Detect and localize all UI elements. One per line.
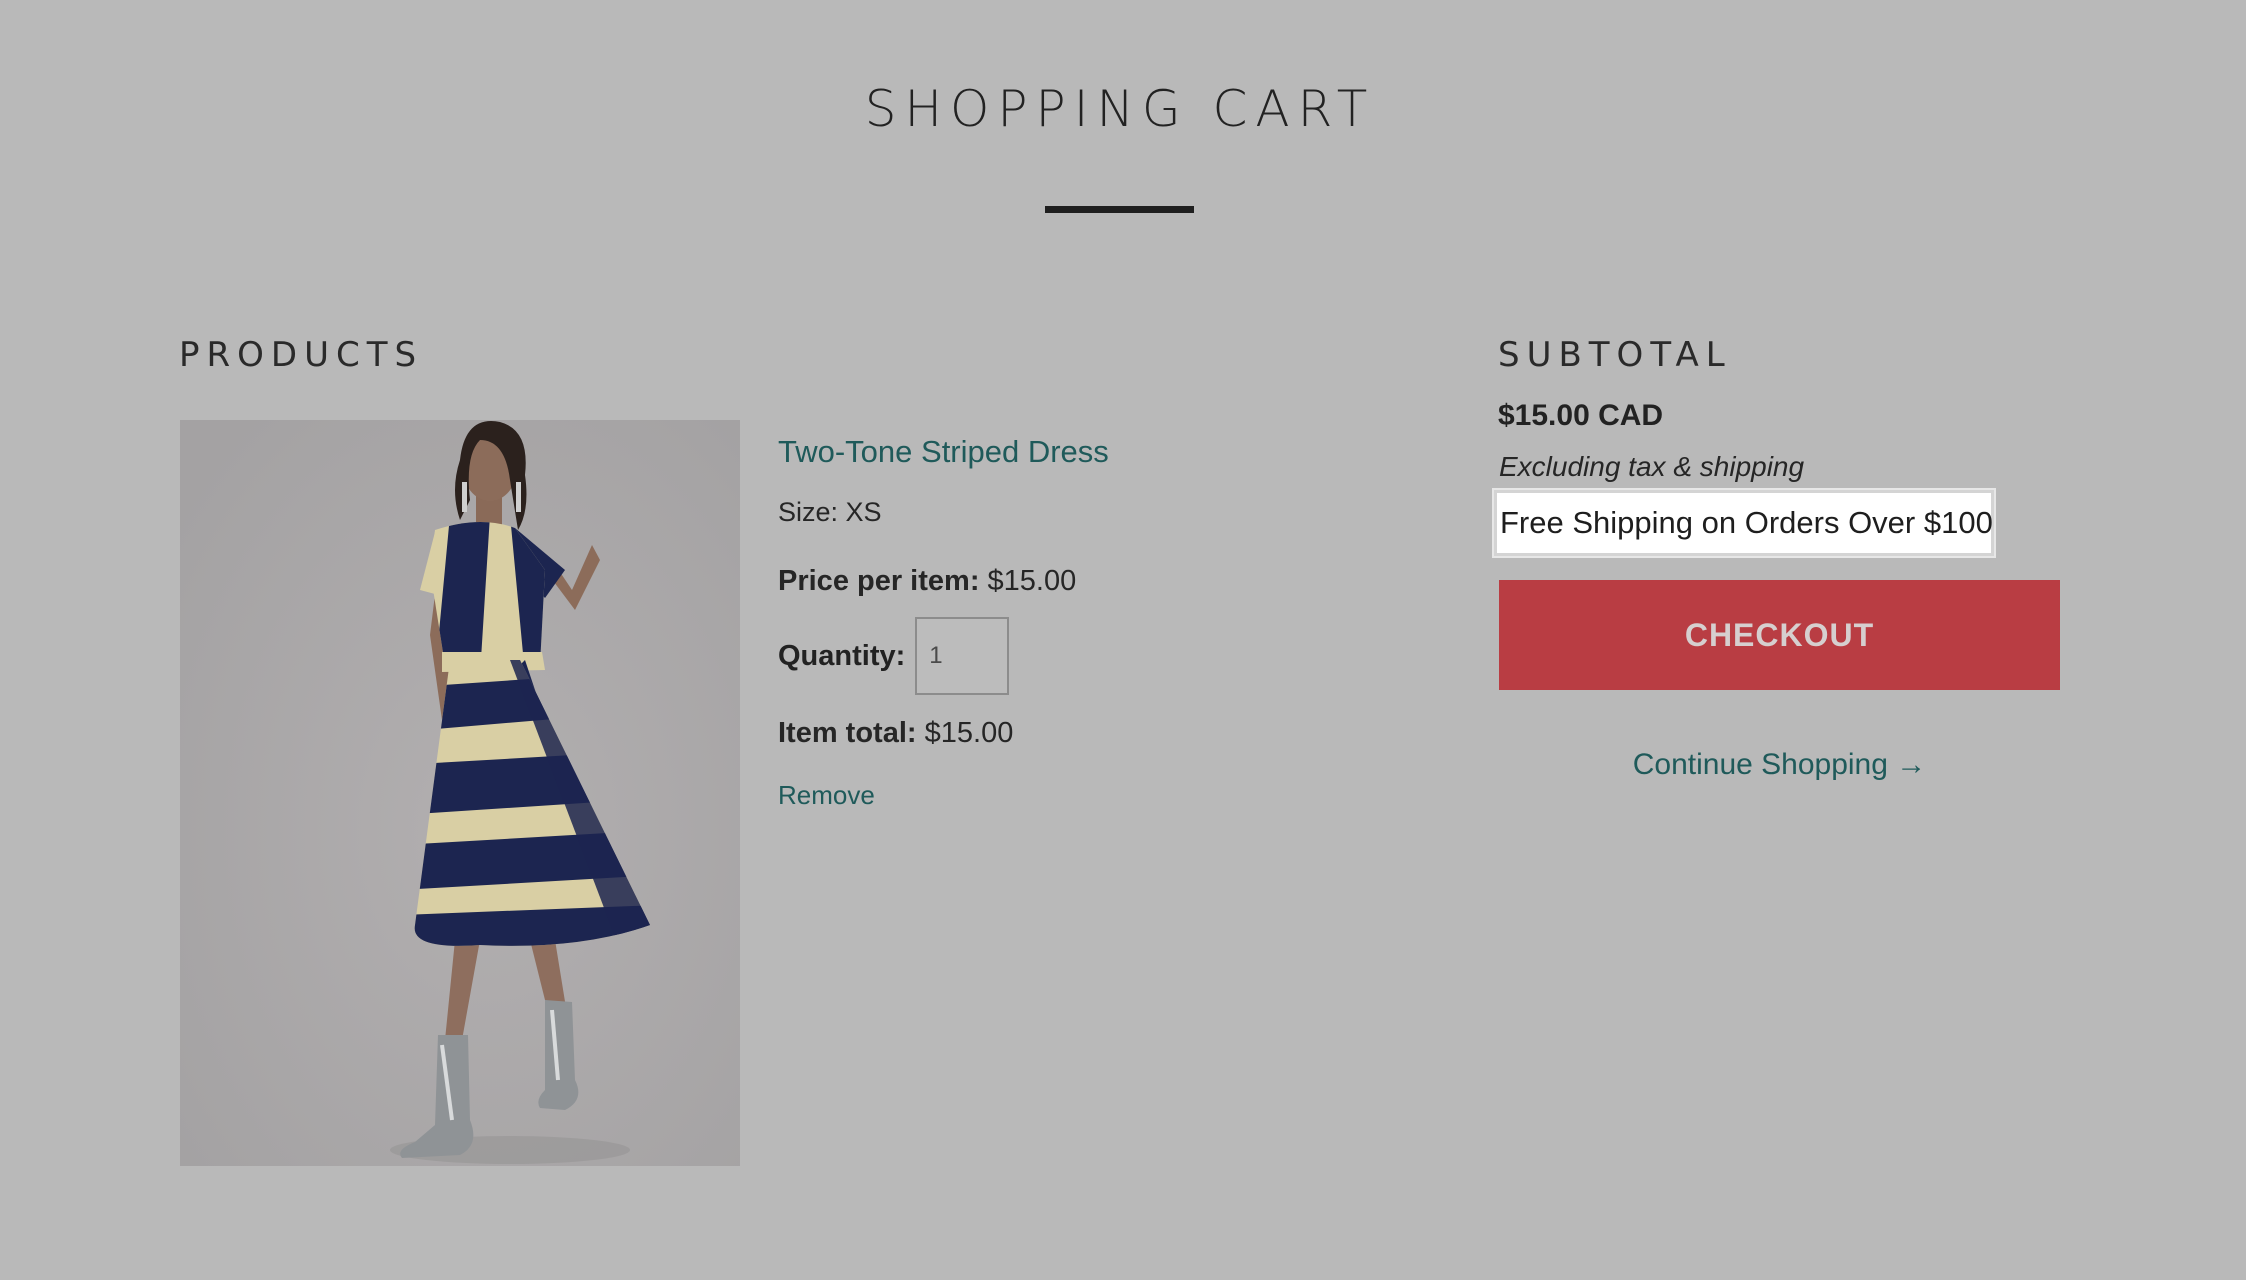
product-size: Size: XS: [778, 494, 1378, 530]
product-name-link[interactable]: Two-Tone Striped Dress: [778, 432, 1109, 472]
subtotal-heading: SUBTOTAL: [1498, 335, 1732, 375]
product-details: Two-Tone Striped Dress Size: XS Price pe…: [778, 420, 1378, 812]
size-value: XS: [845, 497, 882, 527]
subtotal-amount: $15.00 CAD: [1498, 399, 1664, 432]
item-total: Item total: $15.00: [778, 714, 1378, 752]
checkout-button[interactable]: CHECKOUT: [1499, 580, 2060, 690]
price-per-item: Price per item: $15.00: [778, 562, 1378, 600]
tax-note: Excluding tax & shipping: [1499, 451, 1805, 482]
quantity-row: Quantity:: [778, 616, 1378, 696]
free-shipping-banner: Free Shipping on Orders Over $100: [1494, 490, 1994, 556]
size-label: Size:: [778, 497, 839, 527]
quantity-input[interactable]: [915, 617, 1010, 695]
dress-illustration: [180, 420, 740, 1166]
item-total-label: Item total:: [778, 717, 917, 749]
quantity-label: Quantity:: [778, 639, 906, 672]
price-label: Price per item:: [778, 565, 980, 597]
price-value: $15.00: [987, 565, 1077, 597]
product-image[interactable]: [180, 420, 740, 1166]
title-divider: [1045, 206, 1194, 213]
item-total-value: $15.00: [924, 717, 1014, 749]
products-heading: PRODUCTS: [179, 335, 424, 375]
remove-item-link[interactable]: Remove: [778, 778, 875, 812]
continue-shopping-link[interactable]: Continue Shopping →: [1499, 745, 2060, 785]
page-title: SHOPPING CART: [864, 80, 1376, 138]
